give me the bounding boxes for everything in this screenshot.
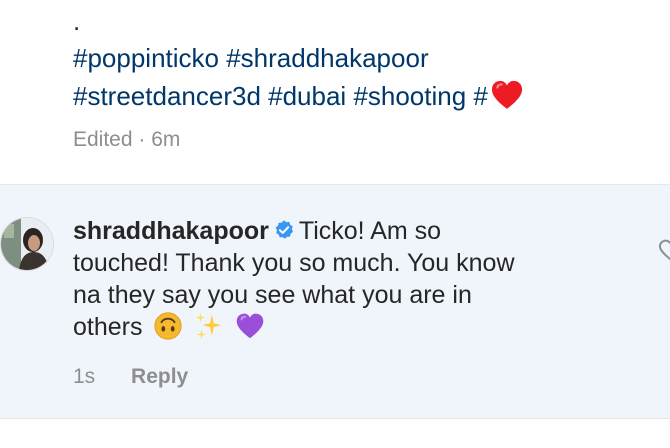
next-comment-strip	[0, 418, 670, 448]
avatar[interactable]	[0, 217, 54, 271]
verified-badge-icon	[275, 220, 293, 239]
comment-meta: 1s Reply	[73, 363, 188, 391]
comment-item: shraddhakapoor Ticko! Am so touched! Than…	[0, 184, 670, 418]
edited-label: Edited	[73, 128, 133, 151]
upside-down-face-icon	[154, 312, 183, 340]
avatar-image	[1, 218, 53, 270]
caption-meta: Edited · 6m	[73, 126, 180, 154]
meta-separator: ·	[138, 128, 146, 151]
comment-body: shraddhakapoor Ticko! Am so touched! Than…	[73, 215, 633, 343]
red-heart-icon	[491, 81, 522, 109]
comment-text-line: others	[73, 313, 143, 341]
reply-button[interactable]: Reply	[131, 365, 188, 388]
comment-text-line: Ticko! Am so	[298, 217, 442, 245]
heart-outline-icon[interactable]	[658, 237, 670, 263]
comment-time: 1s	[73, 365, 96, 388]
hashtag-line[interactable]: #streetdancer3d #dubai #shooting #	[73, 77, 653, 115]
post-caption: . #poppinticko #shraddhakapoor #streetda…	[0, 0, 670, 184]
hashtag-list: #poppinticko #shraddhakapoor #streetdanc…	[73, 39, 653, 115]
comment-username[interactable]: shraddhakapoor	[73, 217, 269, 245]
comment-text-line: touched! Thank you so much. You know	[73, 249, 515, 277]
hashtag-line-text[interactable]: #streetdancer3d #dubai #shooting #	[73, 81, 488, 111]
purple-heart-icon	[237, 313, 264, 339]
caption-dot: .	[73, 6, 81, 36]
post-time: 6m	[151, 128, 181, 151]
hashtag-line[interactable]: #poppinticko #shraddhakapoor	[73, 39, 653, 77]
comment-text-line: na they say you see what you are in	[73, 281, 472, 309]
sparkles-icon	[196, 313, 222, 340]
